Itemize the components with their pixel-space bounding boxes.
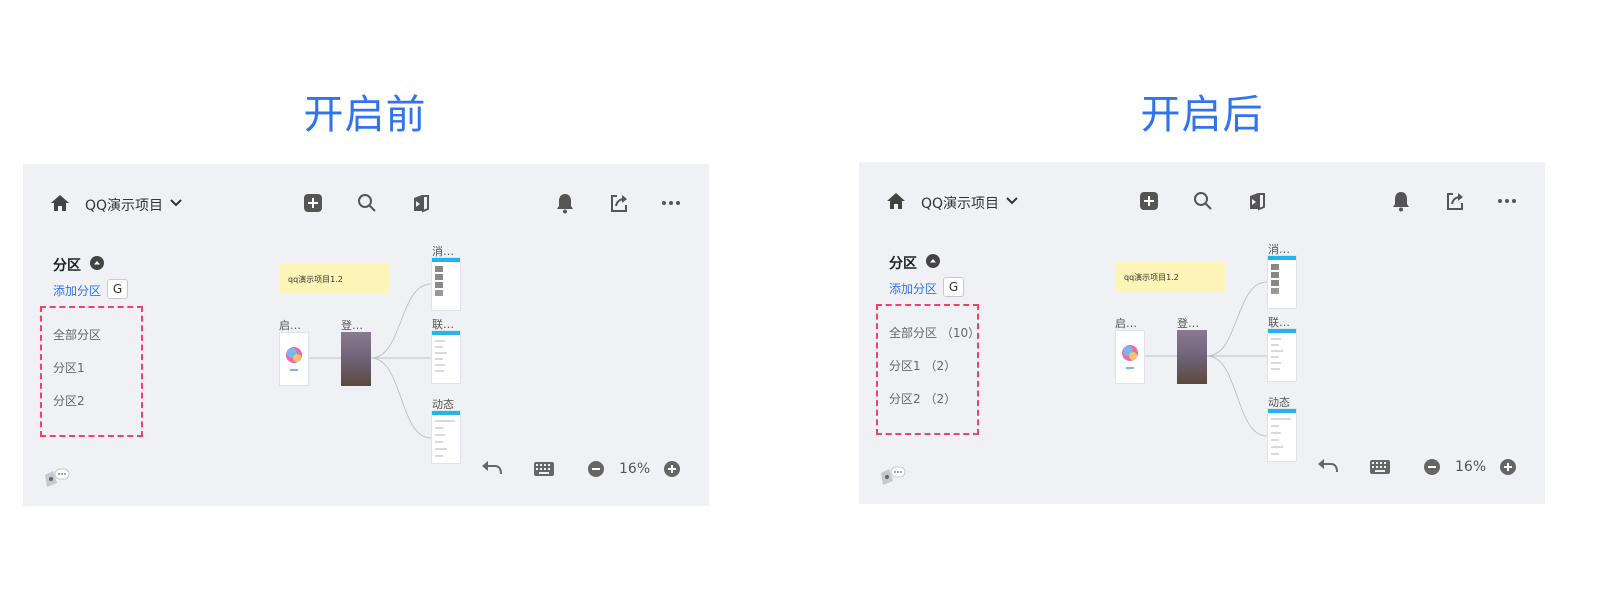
qq-logo-icon bbox=[286, 347, 302, 371]
screen-login[interactable] bbox=[341, 332, 371, 386]
qq-logo-icon bbox=[1122, 345, 1138, 369]
zoom-level: 16% bbox=[619, 461, 651, 477]
zoom-out-icon[interactable] bbox=[1423, 458, 1441, 476]
chevron-down-icon[interactable] bbox=[1005, 195, 1019, 207]
bell-icon[interactable] bbox=[1391, 190, 1411, 212]
screen-login[interactable] bbox=[1177, 330, 1207, 384]
chat-icon[interactable] bbox=[43, 467, 71, 489]
screen-contacts[interactable] bbox=[1267, 328, 1297, 382]
node-label-login: 登… bbox=[341, 319, 363, 332]
add-partition-link[interactable]: 添加分区 bbox=[889, 280, 937, 297]
share-icon[interactable] bbox=[1445, 191, 1465, 211]
heading-before: 开启前 bbox=[303, 92, 427, 138]
search-icon[interactable] bbox=[357, 193, 377, 213]
panel-before: QQ演示项目 分区 添加分区 G 全部分区 分区1 分区2 qq演示项目1.2 … bbox=[23, 164, 709, 506]
add-icon[interactable] bbox=[1139, 191, 1159, 211]
flag-icon[interactable] bbox=[411, 193, 431, 213]
project-name[interactable]: QQ演示项目 bbox=[85, 195, 163, 215]
collapse-icon[interactable] bbox=[926, 254, 940, 268]
heading-after: 开启后 bbox=[1140, 92, 1264, 138]
panel-after: QQ演示项目 分区 添加分区 G 全部分区 （10） 分区1 （2） 分区2 （… bbox=[859, 162, 1545, 504]
keyboard-icon[interactable] bbox=[534, 462, 554, 476]
shortcut-key: G bbox=[943, 277, 964, 297]
screen-contacts[interactable] bbox=[431, 330, 461, 384]
flow-connectors bbox=[309, 283, 432, 439]
zoom-in-icon[interactable] bbox=[1499, 458, 1517, 476]
screen-messages[interactable] bbox=[431, 257, 461, 311]
flow-connectors bbox=[1145, 281, 1268, 437]
zoom-out-icon[interactable] bbox=[587, 460, 605, 478]
section-title: 分区 bbox=[53, 258, 81, 274]
add-partition-link[interactable]: 添加分区 bbox=[53, 282, 101, 299]
chat-icon[interactable] bbox=[879, 465, 907, 487]
shortcut-key: G bbox=[107, 279, 128, 299]
screen-launch[interactable] bbox=[279, 332, 309, 386]
screen-messages[interactable] bbox=[1267, 255, 1297, 309]
keyboard-icon[interactable] bbox=[1370, 460, 1390, 474]
undo-icon[interactable] bbox=[1317, 458, 1339, 474]
zoom-level: 16% bbox=[1455, 459, 1487, 475]
more-icon[interactable] bbox=[662, 201, 680, 205]
section-title: 分区 bbox=[889, 256, 917, 272]
screen-launch[interactable] bbox=[1115, 330, 1145, 384]
flag-icon[interactable] bbox=[1247, 191, 1267, 211]
share-icon[interactable] bbox=[609, 193, 629, 213]
undo-icon[interactable] bbox=[481, 460, 503, 476]
highlight-box bbox=[40, 306, 143, 437]
node-label-login: 登… bbox=[1177, 317, 1199, 330]
home-icon[interactable] bbox=[50, 193, 70, 213]
search-icon[interactable] bbox=[1193, 191, 1213, 211]
node-label-launch: 启… bbox=[1115, 317, 1137, 330]
highlight-box bbox=[876, 304, 979, 435]
add-icon[interactable] bbox=[303, 193, 323, 213]
more-icon[interactable] bbox=[1498, 199, 1516, 203]
collapse-icon[interactable] bbox=[90, 256, 104, 270]
zoom-in-icon[interactable] bbox=[663, 460, 681, 478]
node-label-launch: 启… bbox=[279, 319, 301, 332]
project-name[interactable]: QQ演示项目 bbox=[921, 193, 999, 213]
screen-feed[interactable] bbox=[431, 410, 461, 464]
screen-feed[interactable] bbox=[1267, 408, 1297, 462]
chevron-down-icon[interactable] bbox=[169, 197, 183, 209]
home-icon[interactable] bbox=[886, 191, 906, 211]
bell-icon[interactable] bbox=[555, 192, 575, 214]
